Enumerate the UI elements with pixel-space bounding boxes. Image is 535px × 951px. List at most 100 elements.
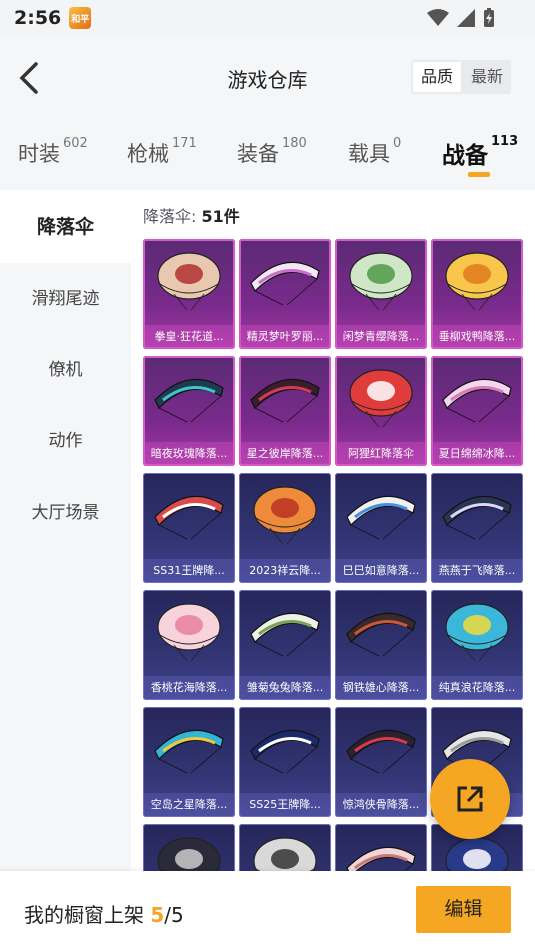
tab-label: 枪械: [127, 142, 169, 166]
parachute-image: [239, 239, 331, 323]
parachute-item-card[interactable]: 惊鸿侠骨降落...: [335, 707, 427, 817]
tab-fashion[interactable]: 时装 602: [18, 136, 88, 168]
sidebar-item-glide-trail[interactable]: 滑翔尾迹: [0, 263, 131, 335]
parachute-canopy-icon: [253, 486, 317, 545]
parachute-item-name: 精灵梦叶罗丽...: [239, 325, 331, 349]
tab-guns[interactable]: 枪械 171: [127, 136, 197, 168]
parachute-image: [431, 239, 523, 323]
parachute-item-card[interactable]: 拳皇·狂花道...: [143, 239, 235, 349]
parachute-item-name: 香桃花海降落...: [143, 676, 235, 700]
parachute-canopy-icon: [157, 603, 221, 662]
category-label: 降落伞:: [143, 207, 197, 226]
parachute-canopy-icon: [346, 495, 416, 540]
parachute-image: [239, 590, 331, 674]
parachute-item-name: 钢铁雄心降落...: [335, 676, 427, 700]
game-app-icon: 和平: [69, 7, 92, 29]
parachute-canopy-icon: [445, 252, 509, 311]
parachute-item-name: 暗夜玫瑰降落...: [143, 442, 235, 466]
parachute-item-card[interactable]: 雏菊兔兔降落...: [239, 590, 331, 700]
parachute-canopy-icon: [154, 729, 224, 774]
parachute-item-name: 阿狸红降落伞: [335, 442, 427, 466]
parachute-item-card[interactable]: 钢铁雄心降落...: [335, 590, 427, 700]
tab-label: 战备: [442, 143, 488, 169]
parachute-image: [431, 356, 523, 440]
parachute-image: [143, 590, 235, 674]
sort-toggle: 品质 最新: [410, 60, 511, 94]
sidebar-item-emote[interactable]: 动作: [0, 405, 131, 477]
parachute-item-name: 2023祥云降...: [239, 559, 331, 583]
subcategory-sidebar: 降落伞 滑翔尾迹 僚机 动作 大厅场景: [0, 191, 131, 871]
parachute-item-card[interactable]: 空岛之星降落...: [143, 707, 235, 817]
parachute-canopy-icon: [349, 252, 413, 311]
parachute-item-card[interactable]: 2023祥云降...: [239, 473, 331, 583]
signal-icon: [457, 9, 475, 27]
parachute-item-card[interactable]: 纯真浪花降落...: [431, 590, 523, 700]
parachute-item-card[interactable]: 精灵梦叶罗丽...: [239, 239, 331, 349]
edit-button[interactable]: 编辑: [416, 886, 511, 933]
parachute-image: [239, 356, 331, 440]
sidebar-item-parachute[interactable]: 降落伞: [0, 191, 131, 263]
parachute-item-name: 闲梦青缨降落...: [335, 325, 427, 349]
category-tabs: 时装 602 枪械 171 装备 180 载具 0 战备113: [0, 120, 535, 190]
showcase-status: 我的橱窗上架 5/5: [24, 899, 184, 928]
parachute-canopy-icon: [442, 378, 512, 423]
parachute-image: [143, 239, 235, 323]
parachute-item-name: SS25王牌降...: [239, 793, 331, 817]
parachute-image: [335, 356, 427, 440]
status-bar: 2:56 和平: [0, 0, 535, 36]
tab-label: 装备: [237, 142, 279, 166]
parachute-item-name: 燕燕于飞降落...: [431, 559, 523, 583]
parachute-canopy-icon: [442, 495, 512, 540]
tab-vehicles[interactable]: 载具 0: [348, 136, 401, 168]
parachute-item-card[interactable]: 巳巳如意降落...: [335, 473, 427, 583]
parachute-item-card[interactable]: 阿狸红降落伞: [335, 356, 427, 466]
parachute-item-name: 空岛之星降落...: [143, 793, 235, 817]
status-time: 2:56: [14, 7, 62, 29]
parachute-canopy-icon: [349, 369, 413, 428]
parachute-item-name: 垂柳戏鸭降落...: [431, 325, 523, 349]
parachute-canopy-icon: [250, 378, 320, 423]
tab-battle-gear[interactable]: 战备113: [442, 134, 518, 170]
tab-count: 602: [63, 136, 88, 151]
parachute-item-name: 拳皇·狂花道...: [143, 325, 235, 349]
sidebar-item-lobby-scene[interactable]: 大厅场景: [0, 477, 131, 549]
showcase-bar: 我的橱窗上架 5/5 编辑: [0, 871, 535, 951]
tab-equipment[interactable]: 装备 180: [237, 136, 307, 168]
parachute-image: [335, 707, 427, 791]
tab-label: 时装: [18, 142, 60, 166]
parachute-item-name: SS31王牌降...: [143, 559, 235, 583]
parachute-item-card[interactable]: 夏日绵绵冰降...: [431, 356, 523, 466]
tab-label: 载具: [348, 142, 390, 166]
parachute-item-name: 纯真浪花降落...: [431, 676, 523, 700]
parachute-canopy-icon: [346, 612, 416, 657]
parachute-item-card[interactable]: 闲梦青缨降落...: [335, 239, 427, 349]
tab-count: 180: [282, 136, 307, 151]
item-count-heading: 降落伞: 51件: [143, 203, 240, 227]
parachute-item-card[interactable]: SS31王牌降...: [143, 473, 235, 583]
parachute-image: [239, 707, 331, 791]
share-float-button[interactable]: [430, 759, 510, 839]
status-indicators: [427, 8, 495, 28]
parachute-image: [143, 356, 235, 440]
parachute-item-card[interactable]: 燕燕于飞降落...: [431, 473, 523, 583]
parachute-item-card[interactable]: SS25王牌降...: [239, 707, 331, 817]
parachute-item-name: 夏日绵绵冰降...: [431, 442, 523, 466]
parachute-image: [239, 473, 331, 557]
parachute-image: [431, 590, 523, 674]
parachute-item-card[interactable]: 暗夜玫瑰降落...: [143, 356, 235, 466]
parachute-item-card[interactable]: 香桃花海降落...: [143, 590, 235, 700]
sort-quality-button[interactable]: 品质: [412, 62, 461, 92]
parachute-item-card[interactable]: 垂柳戏鸭降落...: [431, 239, 523, 349]
parachute-image: [431, 473, 523, 557]
parachute-item-card[interactable]: 星之彼岸降落...: [239, 356, 331, 466]
item-count: 51件: [201, 207, 240, 226]
parachute-image: [143, 473, 235, 557]
wifi-icon: [427, 9, 449, 26]
active-tab-indicator: [468, 172, 490, 177]
sort-newest-button[interactable]: 最新: [463, 60, 511, 94]
parachute-canopy-icon: [445, 603, 509, 662]
showcase-current: 5: [150, 903, 165, 927]
parachute-item-name: 惊鸿侠骨降落...: [335, 793, 427, 817]
sidebar-item-wingman[interactable]: 僚机: [0, 334, 131, 406]
battery-icon: [484, 8, 494, 27]
